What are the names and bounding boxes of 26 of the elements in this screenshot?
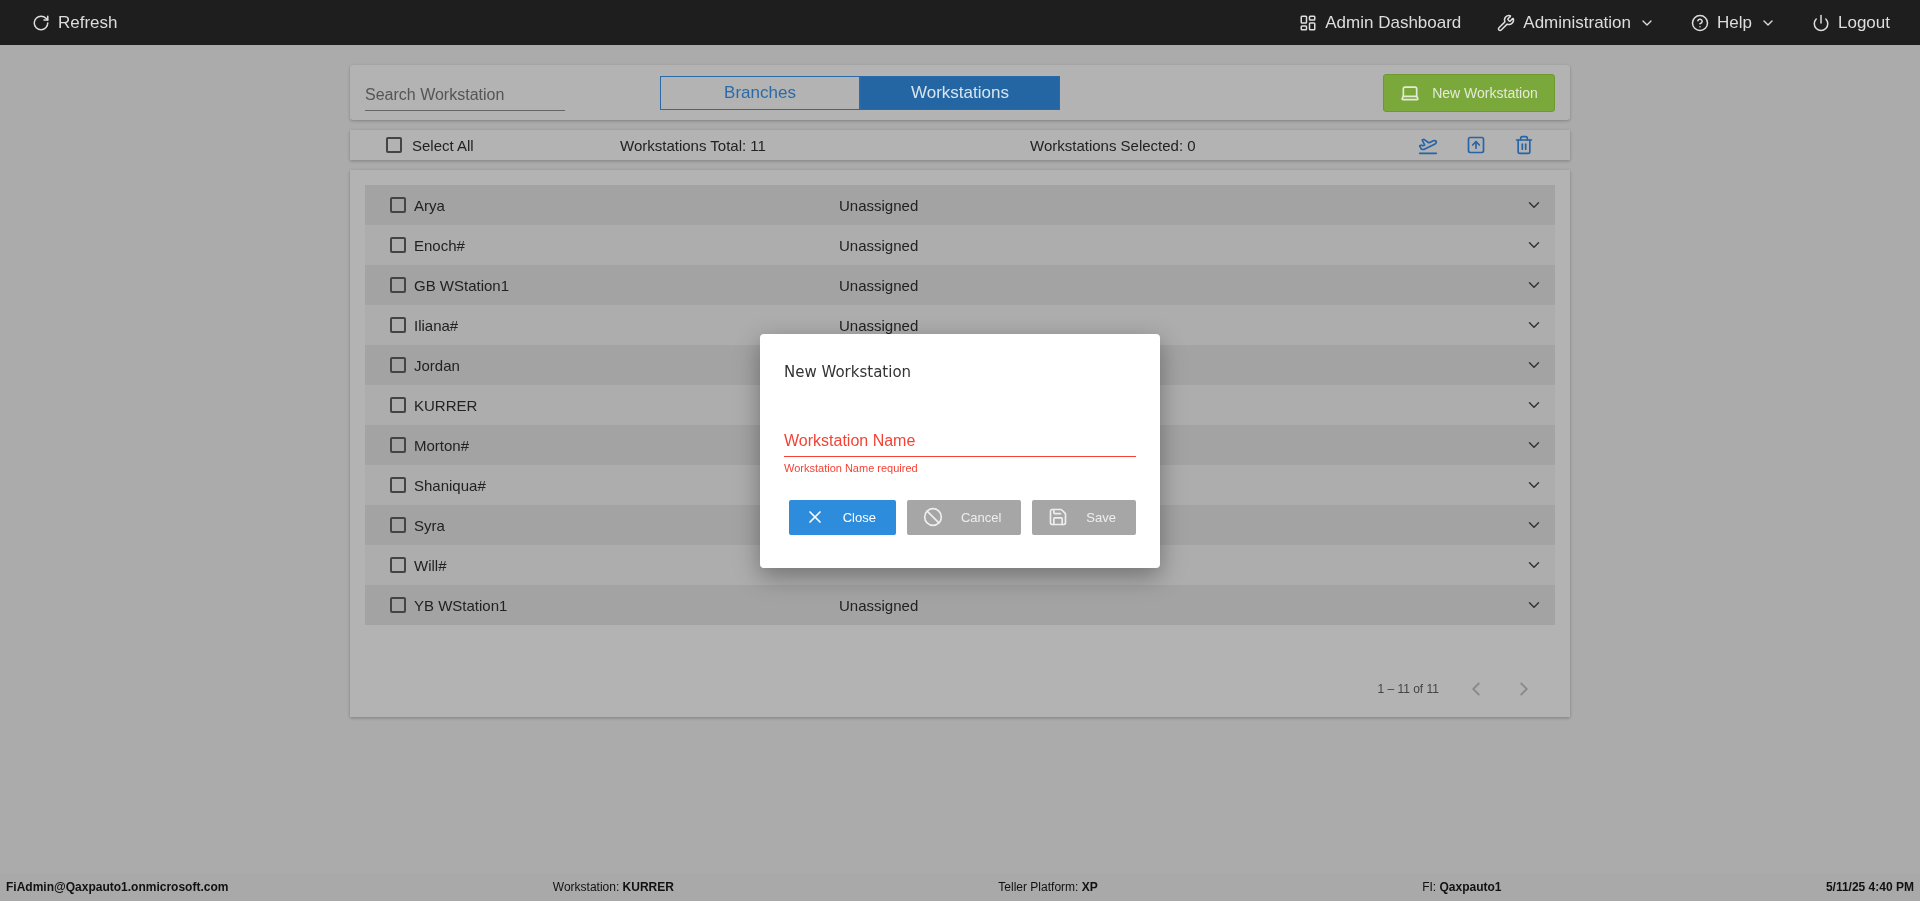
workstation-name: Iliana# [414, 316, 459, 334]
status-item: 5/11/25 4:40 PM [1825, 880, 1914, 894]
page-range: 1 – 11 of 11 [1377, 682, 1439, 696]
workstation-name: Jordan [414, 356, 460, 374]
workstation-name: Shaniqua# [414, 476, 486, 494]
workstation-name: KURRER [414, 396, 478, 414]
status-item: FI: Qaxpauto1 [1422, 880, 1502, 894]
total-count: Workstations Total: 11 [620, 136, 766, 154]
workstation-name: Will# [414, 556, 447, 574]
dialog-title: New Workstation [784, 362, 913, 381]
selected-count: Workstations Selected: 0 [1030, 136, 1196, 154]
workstation-status: Unassigned [839, 236, 919, 254]
workstation-status: Unassigned [839, 596, 919, 614]
workstation-status: Unassigned [839, 316, 919, 334]
workstation-name: Morton# [414, 436, 470, 454]
status-item: FiAdmin@Qaxpauto1.onmicrosoft.com [6, 880, 229, 894]
select-all-label: Select All [412, 136, 474, 154]
workstation-status: Unassigned [839, 276, 919, 294]
workstation-name: Syra [414, 516, 445, 534]
workstation-name: Arya [414, 196, 445, 214]
workstation-name: GB WStation1 [414, 276, 510, 294]
workstation-status: Unassigned [839, 196, 919, 214]
workstation-name: Enoch# [414, 236, 465, 254]
status-item: Teller Platform: XP [998, 880, 1098, 894]
workstation-name: YB WStation1 [414, 596, 508, 614]
status-item: Workstation: KURRER [552, 880, 674, 894]
